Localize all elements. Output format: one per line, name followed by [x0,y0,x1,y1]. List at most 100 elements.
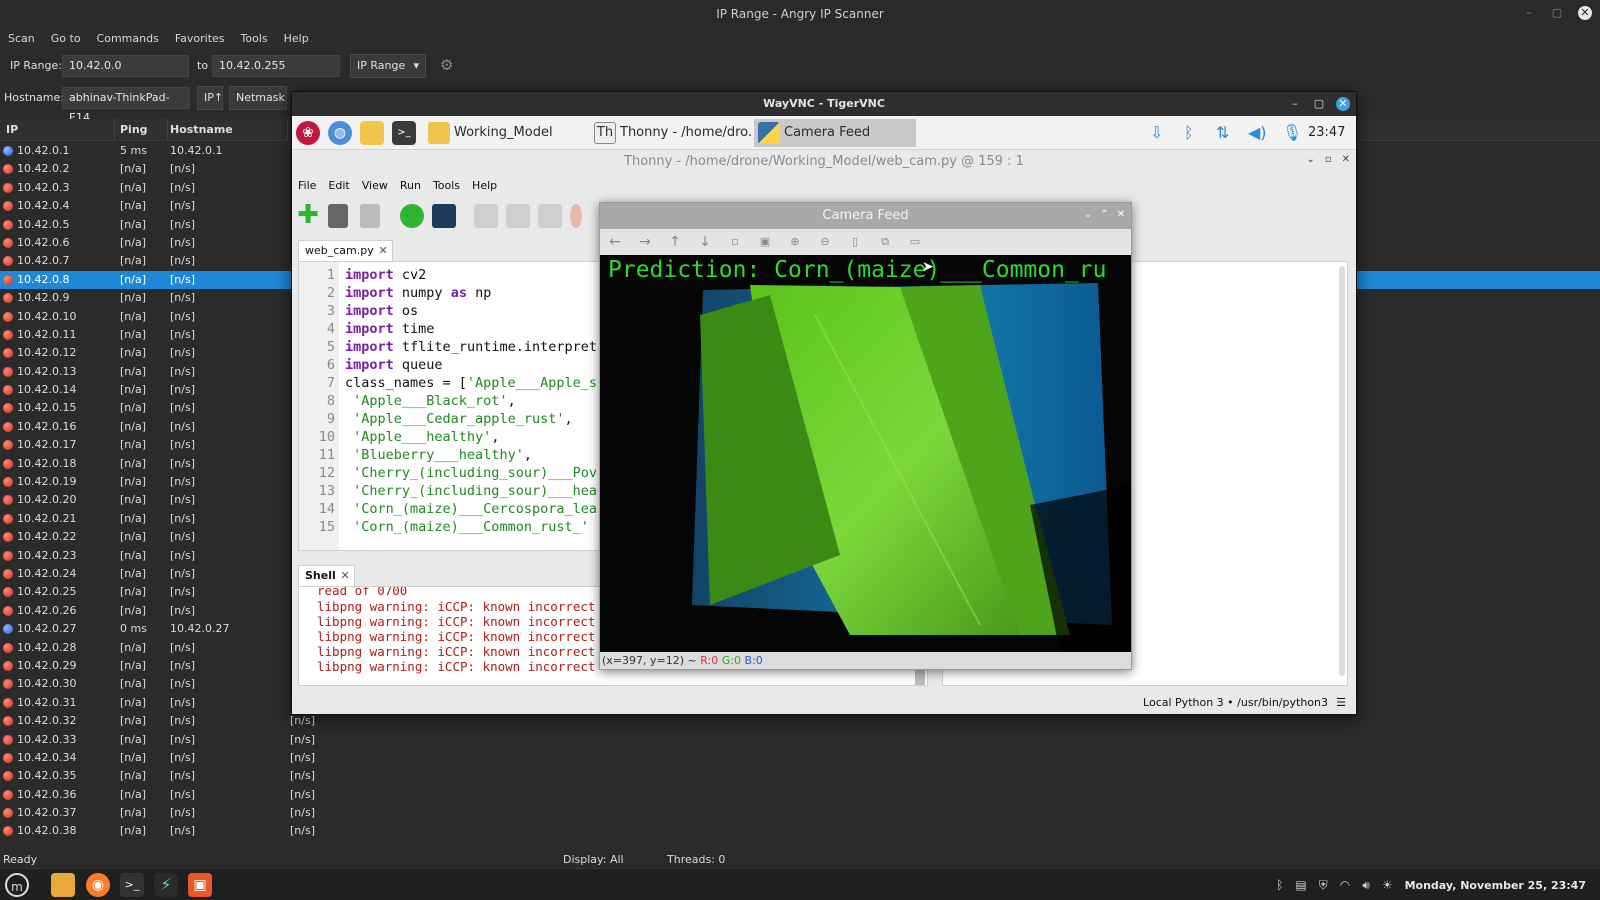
maximize-button[interactable]: ▢ [1312,97,1326,111]
cell-ping: [n/a] [120,327,147,341]
menu-run[interactable]: Run [400,176,421,196]
menu-goto[interactable]: Go to [51,28,81,50]
menu-scan[interactable]: Scan [8,28,35,50]
menu-file[interactable]: File [298,176,316,196]
cell-hostname: [n/s] [170,456,195,470]
cell-ip: 10.42.0.35 [17,769,77,783]
zoom-out-icon[interactable]: ⊖ [816,233,834,251]
firefox-icon[interactable]: ◉ [86,873,110,897]
task-thonny[interactable]: Th Thonny - /home/dro... [590,119,752,147]
close-icon[interactable]: ✕ [1342,154,1350,165]
menu-icon[interactable]: ☰ [1336,692,1346,714]
step-into-icon[interactable] [506,204,530,228]
mint-menu-icon[interactable]: m [5,873,29,897]
task-working-model[interactable]: Working_Model [424,119,584,147]
zoom-in-icon[interactable]: ⊕ [786,233,804,251]
arrow-right-icon[interactable]: → [636,233,654,251]
arrow-down-icon[interactable]: ↓ [696,233,714,251]
step-out-icon[interactable] [538,204,562,228]
volume-icon[interactable]: 🔊︎ [1362,878,1370,893]
terminal-icon[interactable]: >_ [392,121,416,145]
microphone-icon[interactable]: 🎙︎ [1282,121,1302,145]
menu-tools[interactable]: Tools [433,176,460,196]
ip-from-field[interactable]: 10.42.0.0 [62,55,189,77]
properties-icon[interactable]: ▭ [906,233,924,251]
menu-favorites[interactable]: Favorites [175,28,225,50]
cell-extra: [n/s] [290,750,315,764]
close-icon[interactable]: ✕ [1117,209,1125,220]
zoom-fit-icon[interactable]: ▫ [726,233,744,251]
menu-view[interactable]: View [362,176,388,196]
bluetooth-icon[interactable]: ᛒ [1276,878,1283,892]
menu-help[interactable]: Help [472,176,497,196]
save-image-icon[interactable]: ▯ [846,233,864,251]
table-row[interactable]: 10.42.0.38 [n/a] [n/s] [n/s] [0,822,1600,840]
bluetooth-icon[interactable]: ᛒ [1184,121,1194,145]
gear-icon[interactable]: ⚙ [440,56,453,74]
close-button[interactable]: ✕ [1578,6,1592,20]
menu-edit[interactable]: Edit [328,176,349,196]
run-icon[interactable] [400,204,424,228]
column-hostname[interactable]: Hostname [170,119,233,141]
raspberry-menu-icon[interactable]: ❀ [296,121,320,145]
netmask-select[interactable]: Netmask [229,86,287,110]
save-file-icon[interactable] [360,204,380,228]
table-row[interactable]: 10.42.0.33 [n/a] [n/s] [n/s] [0,731,1600,749]
maximize-button[interactable]: ▢ [1550,6,1564,20]
folder-icon[interactable] [360,121,384,145]
menu-tools[interactable]: Tools [241,28,268,50]
minimize-button[interactable]: – [1288,97,1302,111]
ip-up-button[interactable]: IP↑ [197,86,223,110]
scrollbar[interactable] [1339,266,1345,676]
vnc-app-icon[interactable]: ▣ [188,873,212,897]
minimize-button[interactable]: – [1522,6,1536,20]
ip-to-field[interactable]: 10.42.0.255 [212,55,340,77]
wifi-icon[interactable]: ◠ [1340,878,1350,892]
download-icon[interactable]: ⇩ [1150,121,1163,145]
tab-web-cam[interactable]: web_cam.py ✕ [298,240,393,262]
maximize-icon[interactable]: ⌃ [1100,209,1108,220]
volume-icon[interactable]: ◀) [1248,121,1267,145]
hostname-field[interactable]: abhinav-ThinkPad-E14 [62,87,190,124]
step-over-icon[interactable] [474,204,498,228]
folder-icon[interactable] [51,873,75,897]
menu-commands[interactable]: Commands [97,28,159,50]
open-file-icon[interactable] [328,204,348,228]
arrow-up-icon[interactable]: ↑ [666,233,684,251]
network-icon[interactable]: ⇅ [1216,121,1229,145]
close-button[interactable]: ✕ [1336,97,1350,111]
interpreter-status[interactable]: Local Python 3 • /usr/bin/python3 [1143,692,1328,714]
zoom-original-icon[interactable]: ▣ [756,233,774,251]
maximize-icon[interactable]: ▫ [1325,154,1332,165]
stop-icon[interactable] [570,204,582,228]
shield-icon[interactable]: ⛨ [1319,878,1328,893]
column-ping[interactable]: Ping [120,119,148,141]
status-dot-icon [3,550,13,561]
terminal-icon[interactable]: >_ [120,873,144,897]
code-token: cv2 [401,267,427,283]
clipboard-icon[interactable]: ▤ [1295,878,1306,892]
table-row[interactable]: 10.42.0.36 [n/a] [n/s] [n/s] [0,786,1600,804]
tab-shell[interactable]: Shell ✕ [298,565,355,587]
close-tab-icon[interactable]: ✕ [341,566,350,586]
taskbar-clock[interactable]: Monday, November 25, 23:47 [1405,879,1586,892]
minimize-icon[interactable]: ⌄ [1084,209,1092,220]
close-tab-icon[interactable]: ✕ [379,241,388,261]
new-file-icon[interactable]: ✚ [296,202,320,228]
camera-image[interactable]: Prediction: Corn_(maize)___Common_ru ➤ [600,255,1131,652]
minimize-icon[interactable]: ⌄ [1306,154,1314,165]
cell-ip: 10.42.0.29 [17,658,77,672]
column-ip[interactable]: IP [6,119,18,141]
brightness-icon[interactable]: ☀︎ [1382,878,1393,892]
scanner-app-icon[interactable]: ⚡ [154,873,178,897]
copy-image-icon[interactable]: ⧉ [876,233,894,251]
table-row[interactable]: 10.42.0.37 [n/a] [n/s] [n/s] [0,804,1600,822]
menu-help[interactable]: Help [284,28,309,50]
table-row[interactable]: 10.42.0.34 [n/a] [n/s] [n/s] [0,749,1600,767]
task-camera-feed[interactable]: Camera Feed [754,119,916,147]
range-type-select[interactable]: IP Range ▾ [350,54,426,78]
table-row[interactable]: 10.42.0.35 [n/a] [n/s] [n/s] [0,767,1600,785]
debug-icon[interactable] [432,204,456,228]
globe-icon[interactable]: ◍ [328,121,352,145]
arrow-left-icon[interactable]: ← [606,233,624,251]
